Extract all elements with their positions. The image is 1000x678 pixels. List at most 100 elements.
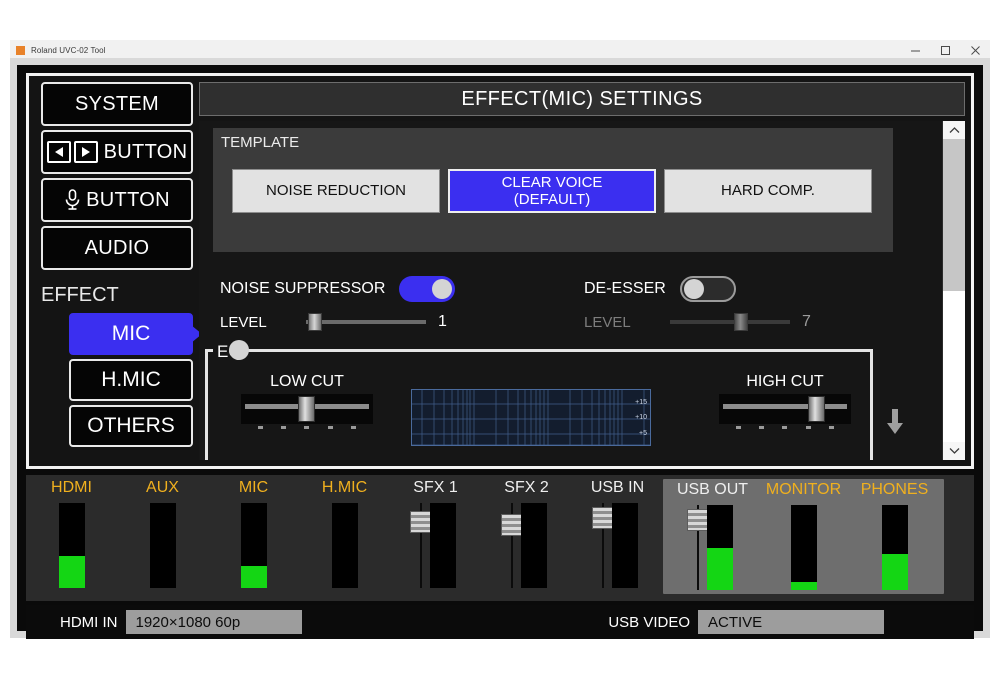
maximize-button[interactable] [930,40,960,60]
mixer-channel-fader[interactable] [591,503,614,588]
scrollbar-track[interactable] [943,139,965,442]
mixer-channel-meterbox [497,503,557,588]
mixer-input-channels: HDMI AUX MIC H.MIC SFX 1 SFX 2 USB IN [26,479,663,588]
mixer-channel-meter [149,503,176,588]
noise-suppressor-level-slider[interactable] [306,313,426,331]
mixer-channel-fader[interactable] [409,503,432,588]
mixer-channel-label: USB IN [590,479,645,496]
content-pane: EFFECT(MIC) SETTINGS TEMPLATE NOISE REDU… [199,76,971,466]
mixer-channel-label: HDMI [51,479,92,496]
fader-handle[interactable] [686,508,709,531]
de-esser-toggle[interactable] [679,276,736,302]
template-noise-reduction-button[interactable]: NOISE REDUCTION [232,169,440,213]
mixer-channel-meter [331,503,358,588]
sidebar-item-arrow-button[interactable]: BUTTON [41,130,193,174]
mixer-channel-meterbox [133,503,193,588]
status-bar: HDMI IN 1920×1080 60p USB VIDEO ACTIVE [26,605,974,639]
template-button-label: NOISE REDUCTION [265,182,406,200]
vertical-scrollbar[interactable] [942,121,965,460]
mixer-channel-label: MONITOR [765,481,842,498]
window-titlebar[interactable]: Roland UVC-02 Tool [10,40,990,60]
sidebar-item-mic-button[interactable]: BUTTON [41,178,193,222]
mixer-channel-meter [429,503,456,588]
mixer-channel: MONITOR [758,481,849,590]
mixer-channel-meterbox [683,505,743,590]
eq-high-cut-slider[interactable] [719,394,851,424]
scrollable-settings-region: TEMPLATE NOISE REDUCTION CLEAR VOICE (DE… [199,121,965,460]
meter-fill [881,554,908,590]
template-legend: TEMPLATE [221,134,300,151]
mixer-channel-meterbox [406,503,466,588]
eq-graph-grid [412,390,650,445]
mixer-channel-meter [881,505,908,590]
fader-handle[interactable] [409,510,432,533]
mixer-channel-label: H.MIC [321,479,368,496]
sidebar-item-label: AUDIO [84,236,150,259]
sidebar-item-label: OTHERS [87,414,175,437]
mixer-channel-label: SFX 2 [504,479,549,496]
de-esser-level-value: 7 [802,313,811,330]
mixer-channel-meterbox [315,503,375,588]
mixer-channel: PHONES [849,481,940,590]
mixer-channel-meterbox [588,503,648,588]
meter-fill [790,582,817,590]
sidebar-item-hmic[interactable]: H.MIC [69,359,193,401]
eq-low-cut: LOW CUT [241,373,373,429]
window-controls [900,40,990,60]
chevron-up-icon[interactable] [943,121,965,139]
template-clear-voice-button[interactable]: CLEAR VOICE (DEFAULT) [448,169,656,213]
page-title: EFFECT(MIC) SETTINGS [199,82,965,116]
eq-response-graph: +15 +10 +5 [411,389,651,446]
mixer-channel: SFX 1 [390,479,481,588]
mixer-channel: SFX 2 [481,479,572,588]
sidebar-item-audio[interactable]: AUDIO [41,226,193,270]
meter-fill [58,555,85,588]
sidebar-item-system[interactable]: SYSTEM [41,82,193,126]
eq-low-cut-slider[interactable] [241,394,373,424]
fader-handle[interactable] [500,514,523,537]
chevron-down-icon[interactable] [943,442,965,460]
microphone-icon [64,189,81,211]
minimize-button[interactable] [900,40,930,60]
mixer-channel-meterbox [224,503,284,588]
template-group: TEMPLATE NOISE REDUCTION CLEAR VOICE (DE… [213,128,893,252]
eq-high-cut: HIGH CUT [719,373,851,429]
hdmi-in-label: HDMI IN [60,613,118,631]
mixer-channel-fader[interactable] [686,505,709,590]
template-hard-comp-button[interactable]: HARD COMP. [664,169,872,213]
usb-video-label: USB VIDEO [608,613,690,631]
de-esser-level-slider[interactable] [670,313,790,331]
mixer-channel-label: USB OUT [676,481,749,498]
eq-gain-label-10: +10 [635,414,647,421]
template-button-row: NOISE REDUCTION CLEAR VOICE (DEFAULT) HA… [232,169,872,213]
device-inner-surface: SYSTEM BUTTON BUTTON AUDIO EFFECT MIC H.… [17,65,983,639]
mixer-channel-meter [706,505,733,590]
mixer-channel-label: AUX [146,479,179,496]
noise-suppressor-row: NOISE SUPPRESSOR [220,276,456,302]
de-esser-level: LEVEL 7 [584,313,811,331]
mixer-channel-label: MIC [238,479,269,496]
eq-low-cut-ticks [241,424,373,429]
mixer-output-channels: USB OUT MONITOR PHONES [663,479,944,594]
noise-suppressor-level-label: LEVEL [220,313,267,331]
mixer-channel: AUX [117,479,208,588]
close-button[interactable] [960,40,990,60]
sidebar-item-label: BUTTON [103,140,188,163]
noise-suppressor-toggle[interactable] [399,276,456,302]
mixer-channel-label: PHONES [860,481,929,498]
fader-handle[interactable] [591,506,614,529]
sidebar-item-label: SYSTEM [74,92,160,115]
sidebar: SYSTEM BUTTON BUTTON AUDIO EFFECT MIC H.… [29,76,199,466]
arrow-down-icon[interactable] [885,409,905,439]
sidebar-item-mic[interactable]: MIC [69,313,193,355]
mixer-channel-fader[interactable] [500,503,523,588]
mixer-channel-meter [520,503,547,588]
scrollbar-thumb[interactable] [943,139,965,291]
mixer-channel: MIC [208,479,299,588]
mixer-channel-label: SFX 1 [413,479,458,496]
dpad-arrows-icon [46,141,98,163]
sidebar-item-others[interactable]: OTHERS [69,405,193,447]
eq-gain-label-15: +15 [635,399,647,406]
eq-gain-label-5: +5 [639,430,647,437]
de-esser-row: DE-ESSER [584,276,736,302]
